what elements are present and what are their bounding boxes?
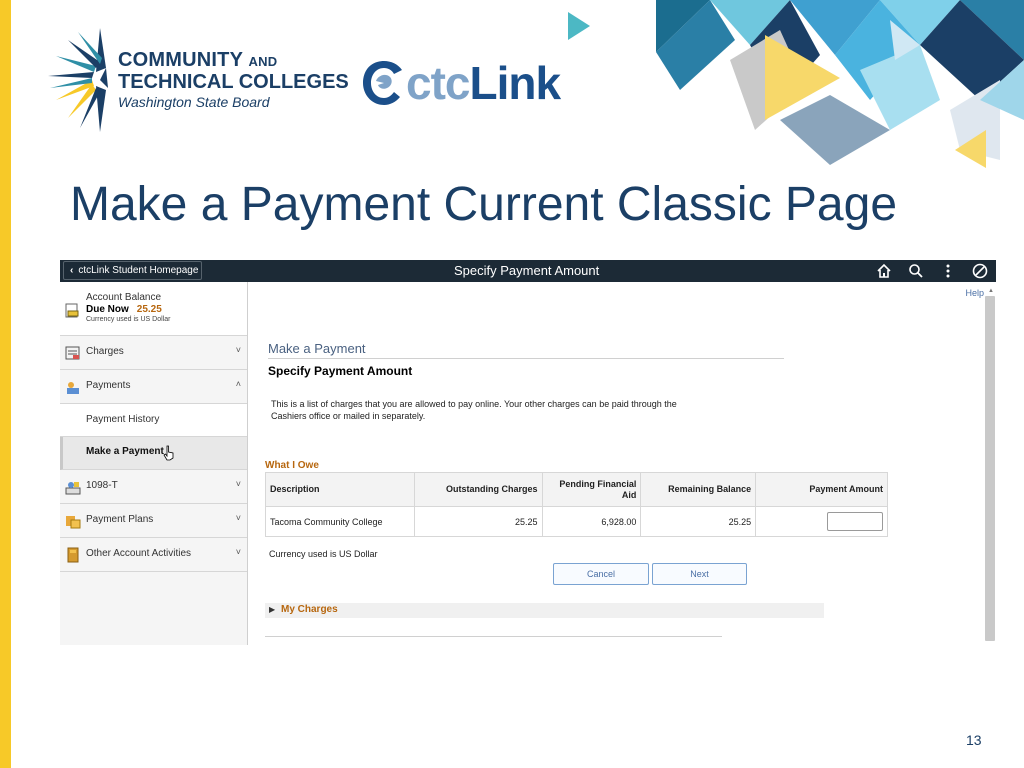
ctclink-link: Link — [469, 57, 561, 109]
chevron-down-icon: ˅ — [235, 479, 241, 489]
charges-icon — [65, 346, 80, 360]
folder-icon — [67, 547, 79, 563]
main-content: Help ▲ Make a Payment Specify Payment Am… — [248, 282, 996, 645]
my-charges-section[interactable]: ▶ My Charges — [265, 603, 824, 618]
ctclink-ctc: ctc — [406, 57, 470, 109]
sidebar-item-label: Payments — [86, 380, 131, 391]
what-i-owe-title: What I Owe — [265, 460, 319, 471]
decorative-triangles — [568, 0, 1024, 168]
page-number: 13 — [966, 732, 982, 748]
payment-amount-cell — [755, 506, 888, 537]
account-balance-title: Account Balance — [86, 292, 162, 303]
sidebar-item-payment-plans[interactable]: Payment Plans ˅ — [60, 504, 247, 538]
next-button[interactable]: Next — [652, 563, 747, 585]
currency-note: Currency used is US Dollar — [269, 549, 378, 559]
app-header-title: Specify Payment Amount — [454, 263, 600, 278]
column-header: Outstanding Charges — [413, 472, 543, 507]
account-balance-icon — [65, 303, 79, 318]
expand-triangle-icon[interactable]: ▶ — [269, 605, 275, 614]
ctclink-screenshot: ‹ ctcLink Student Homepage Specify Paymen… — [60, 260, 996, 645]
sidebar-item-make-a-payment[interactable]: Make a Payment — [60, 437, 247, 470]
pending-aid-cell: 6,928.00 — [541, 506, 642, 537]
chevron-down-icon: ˅ — [235, 513, 241, 523]
column-header: Remaining Balance — [640, 472, 757, 507]
bottom-divider — [265, 636, 722, 637]
table-row: Tacoma Community College 25.25 6,928.00 … — [265, 506, 888, 537]
sidebar-item-label: 1098-T — [86, 480, 118, 491]
sidebar-item-other-account-activities[interactable]: Other Account Activities ˅ — [60, 538, 247, 572]
chevron-down-icon: ˅ — [235, 547, 241, 557]
table-header-row: Description Outstanding Charges Pending … — [265, 472, 888, 507]
breadcrumb-divider — [268, 358, 784, 359]
sidebar-item-label: Charges — [86, 346, 124, 357]
scroll-up-arrow-icon[interactable]: ▲ — [988, 288, 994, 294]
column-header: Description — [265, 472, 415, 507]
sidebar-item-payments[interactable]: Payments ˄ — [60, 370, 247, 404]
sidebar-item-charges[interactable]: Charges ˅ — [60, 336, 247, 370]
chevron-down-icon: ˅ — [235, 345, 241, 355]
sbctc-line1: COMMUNITY — [118, 49, 243, 71]
account-currency-note: Currency used is US Dollar — [86, 316, 171, 323]
sidebar-item-label: Make a Payment — [86, 446, 164, 457]
hand-pointer-icon — [163, 445, 174, 461]
scrollbar[interactable] — [985, 296, 995, 641]
sidebar-item-label: Other Account Activities — [86, 548, 192, 559]
help-link[interactable]: Help — [965, 288, 984, 298]
app-header: ‹ ctcLink Student Homepage Specify Paymen… — [60, 260, 996, 282]
tax-form-icon — [65, 482, 81, 495]
payment-amount-input[interactable] — [827, 512, 883, 531]
remaining-balance-cell: 25.25 — [640, 506, 757, 537]
more-vertical-icon[interactable] — [940, 263, 956, 279]
payments-icon — [67, 382, 79, 394]
sidebar: Account Balance Due Now 25.25 Currency us… — [60, 282, 248, 645]
instructions-text: This is a list of charges that you are a… — [271, 399, 677, 421]
back-button-label: ctcLink Student Homepage — [78, 265, 199, 276]
payment-plans-icon — [66, 516, 81, 529]
breadcrumb: Make a Payment — [268, 341, 366, 356]
chevron-up-icon: ˄ — [235, 379, 241, 389]
sbctc-line2: TECHNICAL COLLEGES — [118, 71, 349, 93]
back-to-homepage-button[interactable]: ‹ ctcLink Student Homepage — [63, 261, 202, 280]
slide-accent-bar — [0, 0, 11, 768]
outstanding-charges-cell: 25.25 — [413, 506, 543, 537]
account-balance-tile[interactable]: Account Balance Due Now 25.25 Currency us… — [60, 282, 247, 336]
ctclink-wordmark: ctcLink — [406, 55, 561, 111]
sidebar-item-label: Payment Plans — [86, 514, 154, 525]
sbctc-line3: Washington State Board — [118, 94, 270, 110]
my-charges-label: My Charges — [281, 604, 338, 615]
sidebar-item-1098-t[interactable]: 1098-T ˅ — [60, 470, 247, 504]
due-now-line: Due Now 25.25 — [86, 304, 162, 315]
chevron-left-icon: ‹ — [70, 265, 74, 276]
column-header: Payment Amount — [755, 472, 888, 507]
description-cell: Tacoma Community College — [265, 506, 415, 537]
sbctc-and: AND — [248, 54, 278, 69]
what-i-owe-table: Description Outstanding Charges Pending … — [265, 472, 888, 537]
column-header: Pending Financial Aid — [541, 472, 642, 507]
slide-title: Make a Payment Current Classic Page — [70, 178, 898, 231]
section-title: Specify Payment Amount — [268, 364, 413, 378]
search-icon[interactable] — [908, 263, 924, 279]
due-now-amount: 25.25 — [136, 304, 162, 315]
home-icon[interactable] — [876, 263, 892, 279]
due-now-label: Due Now — [86, 304, 129, 315]
navbar-compass-icon[interactable] — [972, 263, 988, 279]
cancel-button[interactable]: Cancel — [553, 563, 649, 585]
sidebar-item-label: Payment History — [86, 414, 160, 425]
sidebar-item-payment-history[interactable]: Payment History — [60, 404, 247, 437]
